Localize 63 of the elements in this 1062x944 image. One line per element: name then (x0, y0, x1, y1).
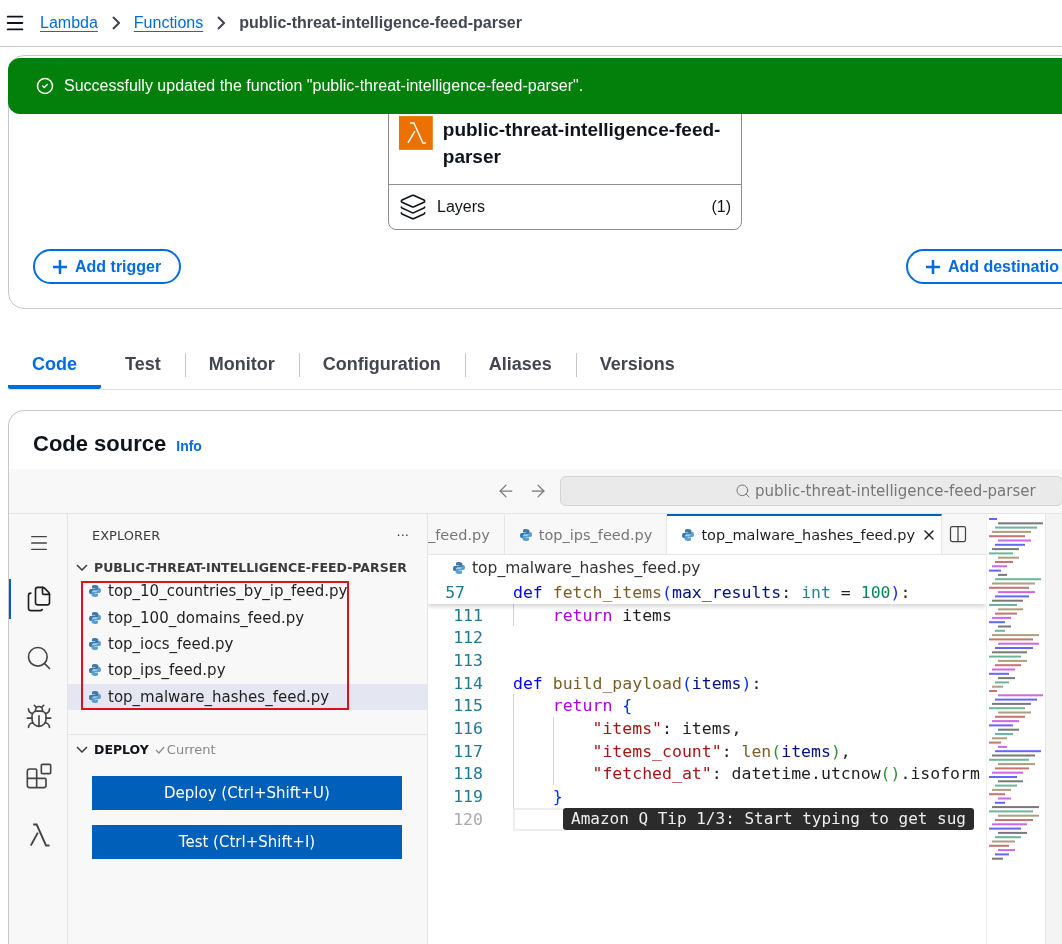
breadcrumb-link[interactable]: Functions (133, 14, 204, 32)
line-number: 120 (452, 809, 483, 829)
deploy-button[interactable]: Deploy (Ctrl+Shift+U) (92, 775, 402, 810)
tab-label: top_malware_hashes_feed.py (701, 527, 916, 543)
code-text: return { (551, 696, 633, 716)
file-item[interactable]: top_malware_hashes_feed.py (68, 683, 427, 710)
code-text: "items_count": len(items), (591, 741, 851, 761)
tab[interactable]: Versions (575, 343, 699, 389)
deploy-header[interactable]: DEPLOY Current (68, 733, 427, 765)
folder-name: PUBLIC-THREAT-INTELLIGENCE-FEED-PARSER (94, 559, 407, 575)
file-name: top_malware_hashes_feed.py (108, 687, 330, 706)
tab[interactable]: Aliases (464, 343, 576, 389)
file-item[interactable]: top_10_countries_by_ip_feed.py (68, 578, 427, 605)
tab[interactable]: Configuration (298, 343, 465, 389)
editor-tab[interactable]: _feed.py (428, 514, 505, 554)
success-message: Successfully updated the function "public-threat-intelligence-feed-parser". (64, 77, 584, 95)
section-title: Code source (33, 431, 167, 457)
function-name: public-threat-intelligence-feed-parser (442, 118, 722, 169)
code-text: def fetch_items(max_results: int = 100): (513, 582, 911, 602)
tip-tooltip: Amazon Q Tip 1/3: Start typing to get sug (563, 807, 974, 830)
add-destination-button[interactable]: Add destinatio (905, 249, 1062, 284)
line-number: 119 (452, 787, 483, 807)
deploy-status: Current (166, 742, 216, 758)
tab[interactable]: Monitor (184, 343, 299, 389)
line-number: 113 (452, 650, 483, 670)
deploy-title: DEPLOY (94, 742, 149, 758)
code-text: def build_payload(items): (513, 673, 762, 693)
command-search-field[interactable]: public-threat-intelligence-feed-parser (560, 476, 1062, 506)
file-breadcrumb: top_malware_hashes_feed.py (472, 559, 701, 577)
line-number: 112 (452, 628, 483, 648)
layers-label: Layers (437, 198, 487, 216)
file-item[interactable]: top_ips_feed.py (68, 657, 427, 684)
line-number: 118 (452, 764, 483, 784)
code-text: "fetched_at": datetime.utcnow().isoform (591, 764, 980, 784)
breadcrumb-link[interactable]: Lambda (40, 14, 98, 32)
page-title: public-threat-intelligence-feed-parser (239, 14, 522, 32)
code-text: "items": items, (591, 718, 742, 738)
tab[interactable]: Test (101, 343, 185, 389)
line-number: 116 (452, 718, 483, 738)
line-number: 117 (452, 741, 483, 761)
tab-label: _feed.py (428, 527, 490, 543)
line-number: 111 (452, 605, 483, 625)
add-trigger-button[interactable]: Add trigger (33, 249, 182, 284)
explorer-title: EXPLORER (92, 527, 161, 543)
file-name: top_iocs_feed.py (108, 634, 234, 653)
file-name: top_ips_feed.py (108, 661, 226, 680)
file-item[interactable]: top_100_domains_feed.py (68, 604, 427, 631)
layers-count: (1) (711, 198, 731, 216)
file-name: top_100_domains_feed.py (108, 608, 305, 627)
line-number: 57 (444, 582, 465, 602)
code-text: return items (551, 605, 672, 625)
tab-label: top_ips_feed.py (538, 527, 653, 543)
code-text: } (551, 787, 563, 807)
editor-tab[interactable]: top_malware_hashes_feed.py (667, 514, 943, 554)
line-number: 115 (452, 696, 483, 716)
file-item[interactable]: top_iocs_feed.py (68, 630, 427, 658)
info-link[interactable]: Info (176, 438, 202, 454)
line-number: 114 (452, 673, 483, 693)
more-actions[interactable]: ··· (396, 527, 409, 543)
folder-header[interactable]: PUBLIC-THREAT-INTELLIGENCE-FEED-PARSER (68, 556, 427, 578)
tab[interactable]: Code (8, 343, 101, 389)
test-button[interactable]: Test (Ctrl+Shift+I) (92, 824, 402, 859)
file-name: top_10_countries_by_ip_feed.py (108, 582, 348, 601)
